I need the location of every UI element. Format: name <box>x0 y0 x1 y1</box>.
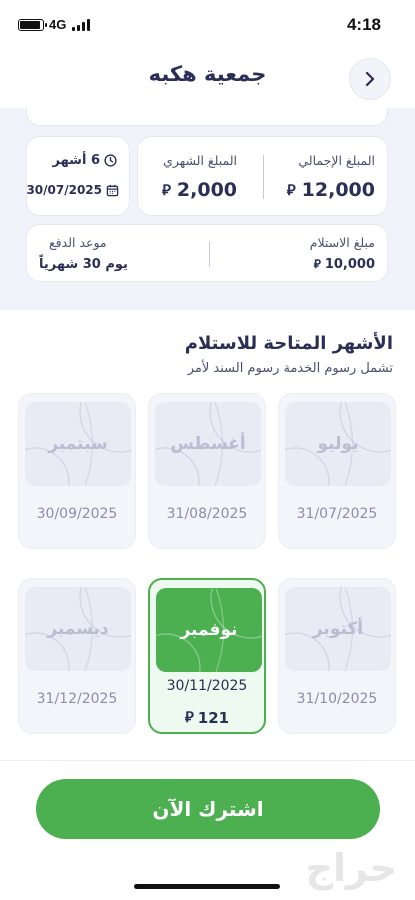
month-tile: يوليو <box>285 402 391 486</box>
monthly-value: 2,000 <box>176 179 238 201</box>
divider <box>263 155 264 199</box>
riyal-icon: ⃁ <box>286 180 296 199</box>
subscribe-button[interactable]: اشترك الآن <box>36 779 380 839</box>
riyal-icon: ⃁ <box>162 180 171 199</box>
status-bar: 4G 4:18 <box>0 0 415 50</box>
month-tile: سبتمبر <box>25 402 131 486</box>
home-indicator <box>134 884 280 889</box>
calendar-icon <box>106 184 119 196</box>
month-card[interactable]: نوفمبر 30/11/2025 ⃁ 121 <box>148 578 266 734</box>
clock-icon <box>104 154 117 167</box>
month-name: سبتمبر <box>48 434 108 454</box>
battery-icon <box>18 19 47 31</box>
duration-value: 6 أشهر <box>52 153 100 168</box>
network-type: 4G <box>49 17 67 32</box>
amounts-card: المبلغ الإجمالي ⃁ 12,000 المبلغ الشهري ⃁… <box>137 136 388 216</box>
divider <box>209 241 210 267</box>
start-date: 30/07/2025 <box>26 183 102 197</box>
month-date: 31/10/2025 <box>296 691 378 707</box>
month-date: 30/11/2025 <box>166 678 248 694</box>
status-time: 4:18 <box>346 15 381 34</box>
duration-card: 6 أشهر 30/07/2025 <box>26 136 130 216</box>
riyal-icon: ⃁ <box>184 708 194 726</box>
month-card[interactable]: أكتوبر 31/10/2025 <box>278 578 396 734</box>
month-card[interactable]: يوليو 31/07/2025 <box>278 393 396 549</box>
month-name: أغسطس <box>170 434 246 454</box>
receive-card: مبلغ الاستلام ⃁ 10,000 موعد الدفع يوم 30… <box>26 224 388 282</box>
month-date: 31/07/2025 <box>296 506 378 522</box>
receive-value: 10,000 <box>324 257 375 272</box>
riyal-icon: ⃁ <box>313 257 321 271</box>
month-name: أكتوبر <box>312 619 364 639</box>
month-card[interactable]: ديسمبر 31/12/2025 <box>18 578 136 734</box>
receive-label: مبلغ الاستلام <box>309 235 375 250</box>
month-tile: نوفمبر <box>156 588 262 672</box>
payment-value: يوم 30 شهرياً <box>39 257 128 272</box>
month-name: يوليو <box>317 434 359 454</box>
month-date: 31/12/2025 <box>36 691 118 707</box>
payment-label: موعد الدفع <box>49 235 107 250</box>
month-name: نوفمبر <box>180 620 238 640</box>
month-price: ⃁ 121 <box>150 708 264 727</box>
total-value: 12,000 <box>301 179 375 201</box>
chevron-right-icon <box>365 72 375 86</box>
month-tile: أغسطس <box>155 402 261 486</box>
back-button[interactable] <box>349 58 391 100</box>
month-price-value: 121 <box>197 708 230 727</box>
battery-level <box>20 21 40 29</box>
month-tile: أكتوبر <box>285 587 391 671</box>
month-date: 30/09/2025 <box>36 506 118 522</box>
header: جمعية هكبه <box>0 50 415 108</box>
total-label: المبلغ الإجمالي <box>298 153 375 168</box>
months-title: الأشهر المتاحة للاستلام <box>184 333 393 354</box>
month-date: 31/08/2025 <box>166 506 248 522</box>
month-card[interactable]: أغسطس 31/08/2025 <box>148 393 266 549</box>
month-name: ديسمبر <box>47 619 109 639</box>
info-card-partial <box>26 108 388 126</box>
monthly-label: المبلغ الشهري <box>163 153 237 168</box>
signal-icon <box>72 19 90 31</box>
month-tile: ديسمبر <box>25 587 131 671</box>
watermark: حراج <box>305 846 397 890</box>
month-card[interactable]: سبتمبر 30/09/2025 <box>18 393 136 549</box>
months-subtitle: تشمل رسوم الخدمة رسوم السند لأمر <box>187 361 393 376</box>
